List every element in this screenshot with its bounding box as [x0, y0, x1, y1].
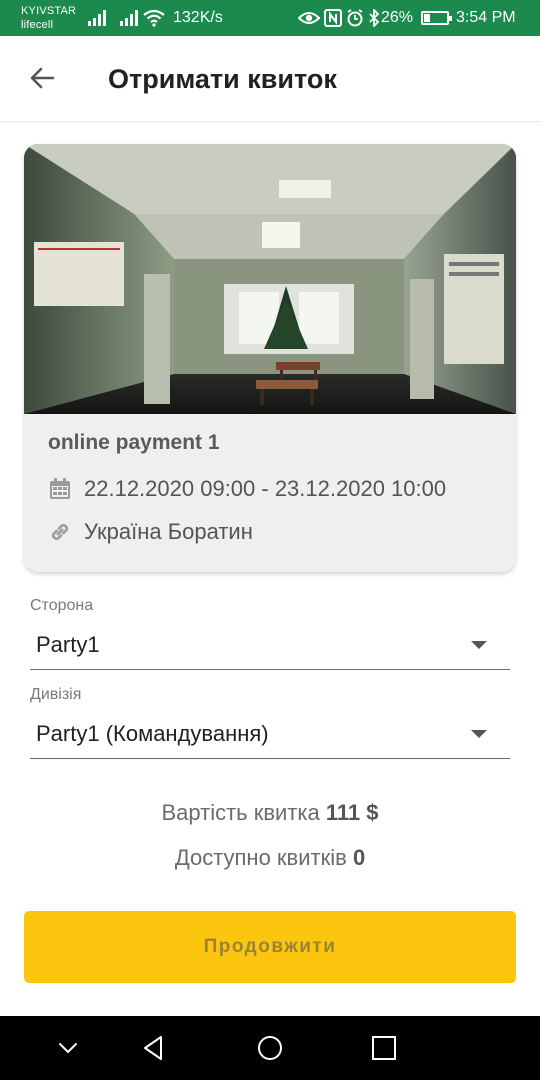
event-card: online payment 1 22.12.2020 09:00 - 23.1… [24, 144, 516, 572]
side-select[interactable]: Party1 [30, 624, 510, 670]
back-triangle-icon[interactable] [138, 1032, 170, 1064]
back-button[interactable] [22, 58, 62, 98]
tickets-available-label: Доступно квитків [174, 845, 347, 870]
nfc-icon [324, 9, 342, 27]
wifi-icon [143, 9, 165, 27]
signal-1-icon [88, 10, 106, 26]
app-bar: Отримати квиток [0, 36, 540, 122]
carrier-labels: KYIVSTAR lifecell [21, 4, 76, 32]
continue-button[interactable]: Продовжити [24, 911, 516, 983]
calendar-icon [50, 478, 70, 499]
ticket-price-label: Вартість квитка [161, 800, 320, 825]
arrow-left-icon [30, 67, 55, 89]
event-location: Україна Боратин [84, 519, 253, 544]
event-image [24, 144, 516, 414]
tickets-available-value: 0 [352, 845, 366, 870]
chevron-down-icon[interactable] [52, 1032, 84, 1064]
alarm-icon [347, 9, 363, 27]
battery-percent: 26% [381, 9, 414, 26]
battery-icon [421, 11, 452, 25]
division-label: Дивізія [30, 686, 82, 703]
division-select-value: Party1 (Командування) [36, 721, 269, 746]
dropdown-arrow-icon [471, 641, 487, 649]
ticket-price-value: 111 $ [325, 800, 379, 825]
division-select[interactable]: Party1 (Командування) [30, 713, 510, 759]
dropdown-arrow-icon [471, 730, 487, 738]
link-icon [51, 523, 69, 541]
status-bar: KYIVSTAR lifecell 132K/s 26% 3:54 PM [0, 0, 540, 36]
side-label: Сторона [30, 597, 94, 614]
carrier-secondary: lifecell [21, 19, 54, 31]
status-time: 3:54 PM [456, 9, 516, 26]
recents-square-icon[interactable] [368, 1032, 400, 1064]
signal-2-icon [120, 10, 138, 26]
event-title: online payment 1 [48, 431, 220, 454]
page-title: Отримати квиток [108, 64, 337, 94]
carrier-primary: KYIVSTAR [21, 5, 77, 17]
side-select-value: Party1 [36, 632, 100, 657]
home-circle-icon[interactable] [254, 1032, 286, 1064]
network-speed: 132K/s [173, 9, 223, 26]
ticket-price-line: Вартість квитка 111 $ [0, 799, 540, 827]
eye-icon [298, 12, 320, 24]
event-date-range: 22.12.2020 09:00 - 23.12.2020 10:00 [84, 476, 447, 501]
navigation-bar [0, 1016, 540, 1080]
bluetooth-icon [369, 9, 380, 27]
battery-level [424, 14, 430, 22]
tickets-available-line: Доступно квитків 0 [0, 844, 540, 872]
